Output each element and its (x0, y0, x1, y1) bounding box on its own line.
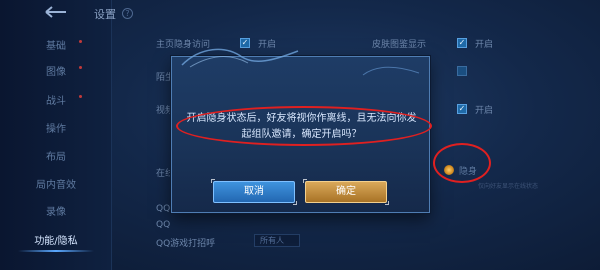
sidebar-item-label: 操作 (46, 124, 66, 135)
sidebar-item-controls[interactable]: 操作 (0, 117, 112, 143)
button-corner-icon (303, 179, 307, 183)
online-status-hint: 仅向好友显示在线状态 (478, 183, 539, 190)
sidebar: 基础 图像 战斗 操作 布局 局内音效 录像 功能/隐私 (0, 0, 112, 270)
cancel-button[interactable]: 取消 (211, 179, 297, 205)
sidebar-item-label: 布局 (46, 152, 66, 163)
invisible-highlight-ellipse (433, 143, 491, 183)
notification-dot (79, 66, 82, 69)
sidebar-item-privacy[interactable]: 功能/隐私 (0, 229, 112, 255)
button-corner-icon (385, 201, 389, 205)
cloud-ornament-right-icon (362, 66, 420, 76)
back-arrow-icon[interactable] (40, 5, 72, 21)
sidebar-item-label: 基础 (46, 41, 66, 52)
sidebar-item-label: 功能/隐私 (34, 236, 78, 247)
skin-gallery-option: 开启 (475, 40, 494, 50)
sidebar-item-label: 战斗 (46, 96, 66, 107)
sidebar-item-label: 录像 (46, 207, 66, 218)
sidebar-item-replay[interactable]: 录像 (0, 200, 112, 226)
back-arrow-icon-svg (45, 6, 66, 18)
skin-gallery-checkbox[interactable]: ✓ (457, 38, 467, 48)
help-icon[interactable]: ? (122, 8, 133, 19)
qq-label-2: QQ (156, 220, 171, 230)
row2-right-checkbox[interactable] (457, 66, 467, 76)
notification-dot (79, 40, 82, 43)
invisible-radio[interactable] (444, 165, 454, 175)
page-title: 设置 (94, 8, 116, 21)
video-option: 开启 (475, 106, 494, 116)
button-corner-icon (211, 179, 215, 183)
qq-game-greeting-label: QQ游戏打招呼 (156, 239, 216, 249)
confirm-button[interactable]: 确定 (303, 179, 389, 205)
dialog-message: 开启隐身状态后，好友将视你作离线，且无法向你发起组队邀请，确定开启吗？ (186, 113, 417, 140)
button-corner-icon (293, 201, 297, 205)
sidebar-item-image[interactable]: 图像 (0, 60, 112, 86)
sidebar-item-battle[interactable]: 战斗 (0, 89, 112, 115)
cloud-ornament-icon (181, 48, 299, 68)
sidebar-item-sound[interactable]: 局内音效 (0, 173, 112, 199)
invisible-option: 隐身 (459, 167, 478, 177)
notification-dot (79, 95, 82, 98)
skin-gallery-label: 皮肤图鉴显示 (372, 40, 427, 50)
sidebar-item-basic[interactable]: 基础 (0, 34, 112, 60)
sidebar-item-layout[interactable]: 布局 (0, 145, 112, 171)
qq-game-greeting-select[interactable]: 所有人 (254, 234, 300, 247)
qq-label: QQ (156, 204, 171, 214)
confirm-button-label: 确定 (336, 186, 356, 197)
sidebar-item-label: 局内音效 (36, 180, 76, 191)
video-checkbox[interactable]: ✓ (457, 104, 467, 114)
cancel-button-label: 取消 (244, 186, 264, 197)
confirm-dialog: 开启隐身状态后，好友将视你作离线，且无法向你发起组队邀请，确定开启吗？ 取消 确… (171, 48, 430, 213)
sidebar-item-label: 图像 (46, 67, 66, 78)
